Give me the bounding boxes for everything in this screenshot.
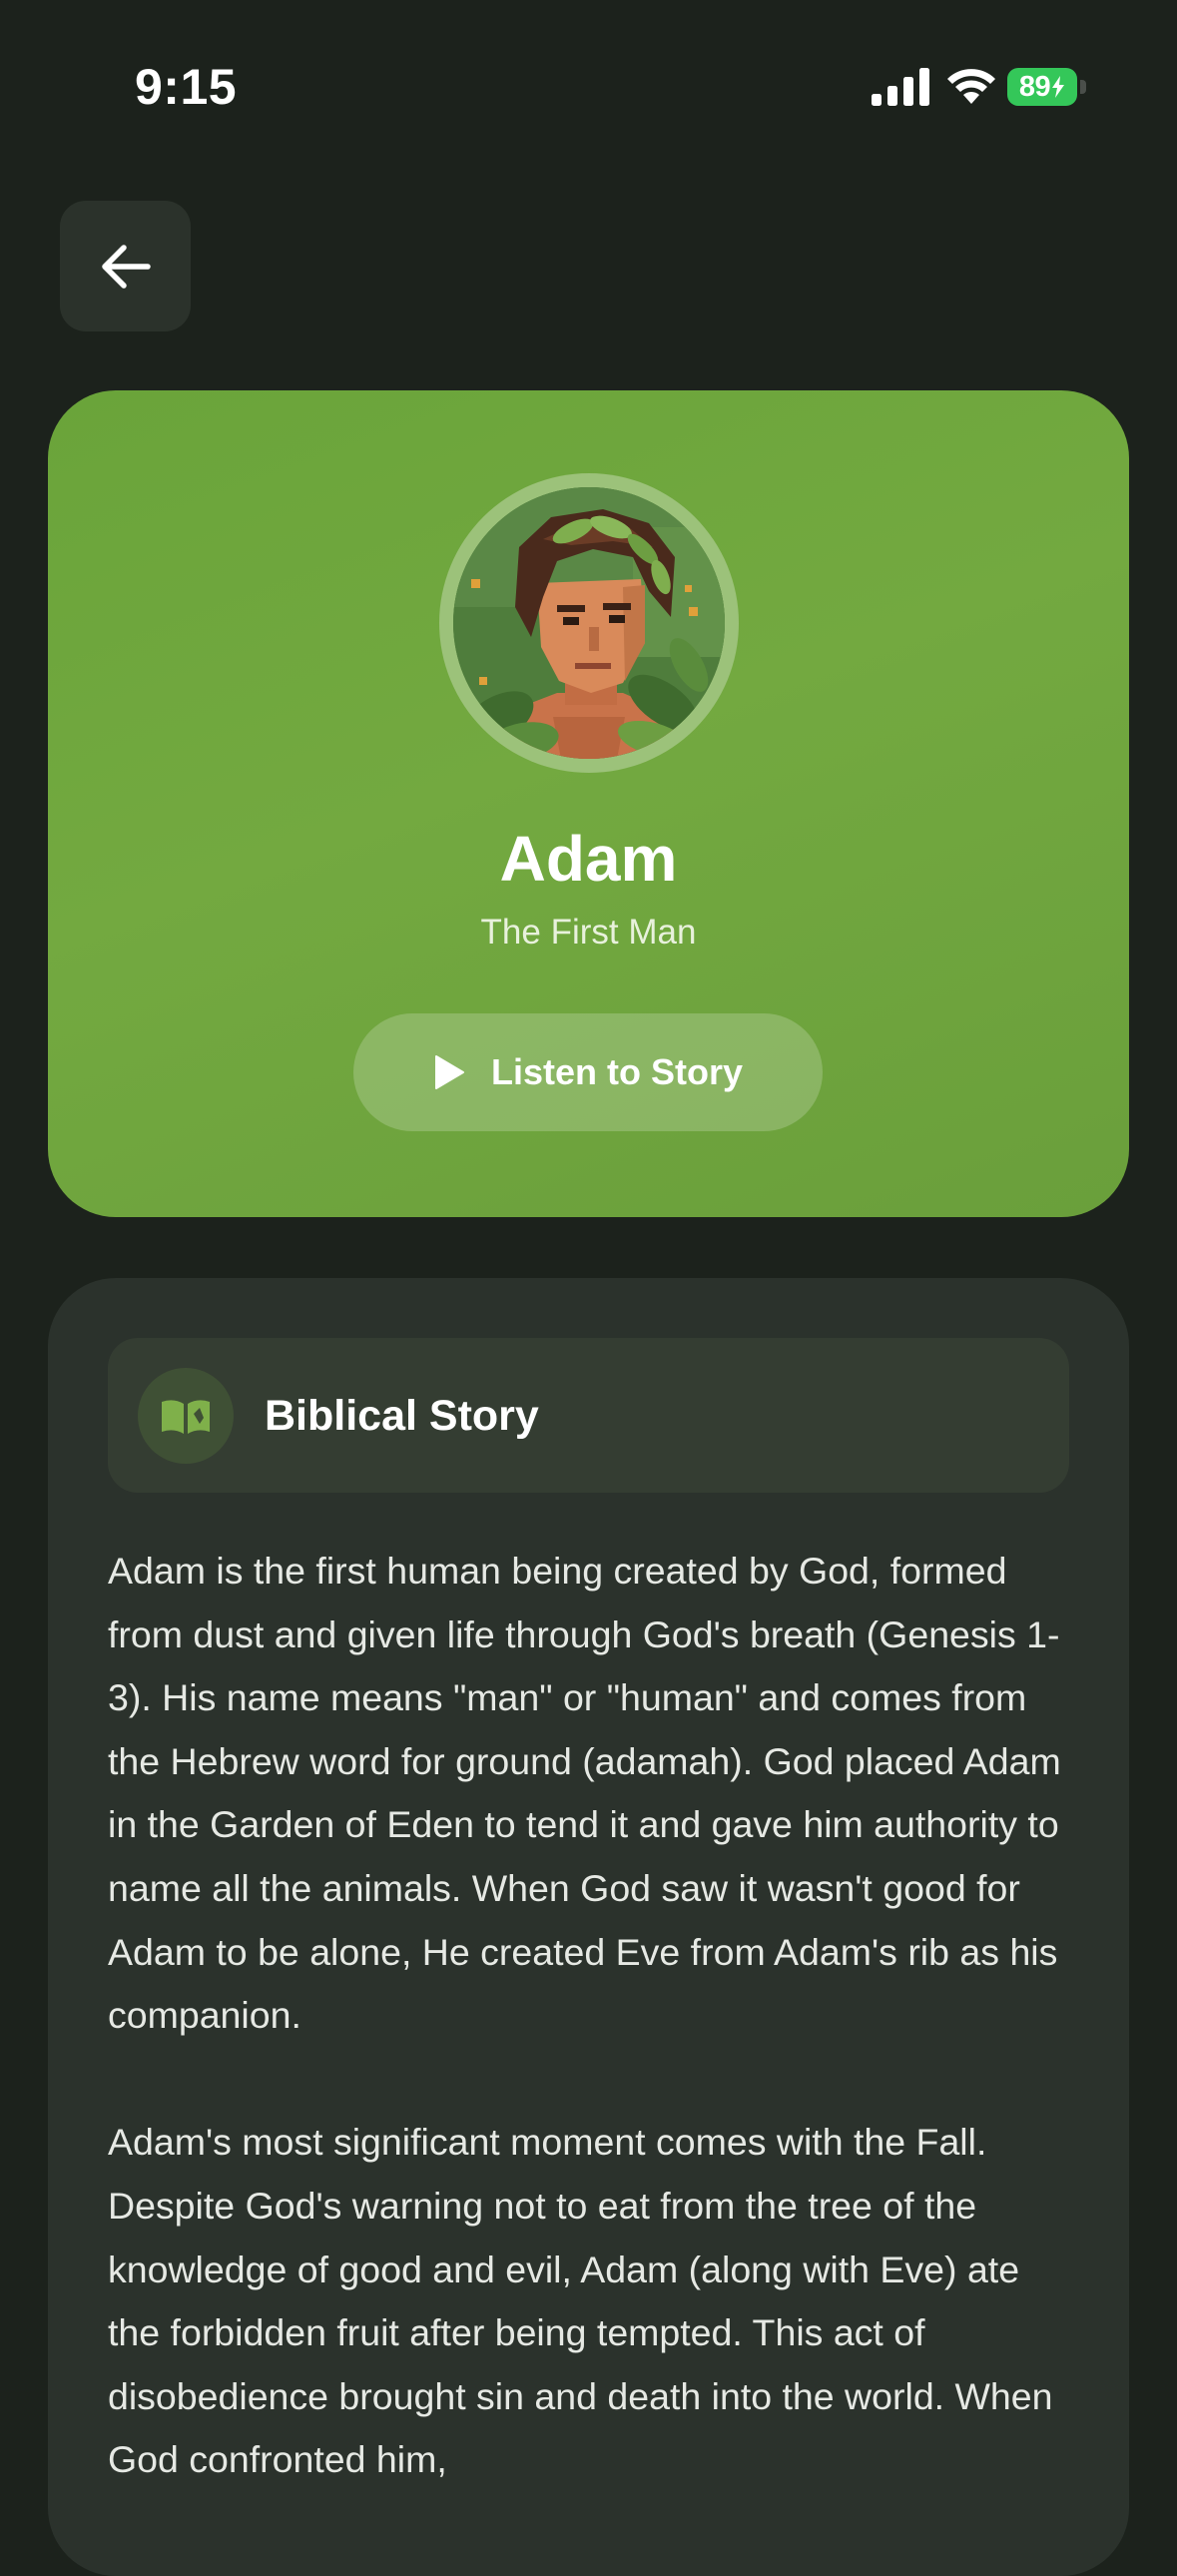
cellular-signal-icon bbox=[872, 68, 929, 106]
adam-portrait-avatar bbox=[453, 487, 725, 759]
back-button[interactable] bbox=[60, 201, 191, 331]
battery-level: 89 bbox=[1007, 68, 1077, 106]
story-text: Adam is the first human being created by… bbox=[108, 1540, 1081, 2556]
adam-portrait-image bbox=[453, 487, 725, 759]
story-section-title: Biblical Story bbox=[265, 1392, 539, 1440]
charging-bolt-icon bbox=[1052, 76, 1065, 98]
listen-to-story-label: Listen to Story bbox=[490, 1051, 744, 1092]
battery-level-text: 89 bbox=[1018, 70, 1051, 103]
avatar-ring bbox=[439, 473, 739, 773]
battery-charging-icon: 89 bbox=[1007, 68, 1087, 106]
play-icon bbox=[434, 1055, 464, 1089]
arrow-left-icon bbox=[101, 244, 151, 289]
character-name: Adam bbox=[499, 823, 678, 895]
biblical-story-card: Biblical Story Adam is the first human b… bbox=[48, 1278, 1129, 2576]
character-hero-card: Adam The First Man Listen to Story bbox=[48, 390, 1129, 1217]
story-section-header: Biblical Story bbox=[108, 1338, 1069, 1493]
open-book-icon bbox=[138, 1368, 234, 1464]
wifi-icon bbox=[947, 69, 995, 104]
listen-to-story-button[interactable]: Listen to Story bbox=[353, 1013, 823, 1131]
book-glyph bbox=[162, 1400, 210, 1434]
status-bar: 9:15 89 bbox=[0, 0, 1177, 150]
status-time: 9:15 bbox=[135, 59, 238, 115]
character-subtitle: The First Man bbox=[480, 913, 697, 952]
story-paragraph: Adam's most significant moment comes wit… bbox=[108, 2121, 1053, 2481]
story-paragraph: Adam is the first human being created by… bbox=[108, 1550, 1061, 2037]
battery-cap bbox=[1080, 80, 1086, 94]
